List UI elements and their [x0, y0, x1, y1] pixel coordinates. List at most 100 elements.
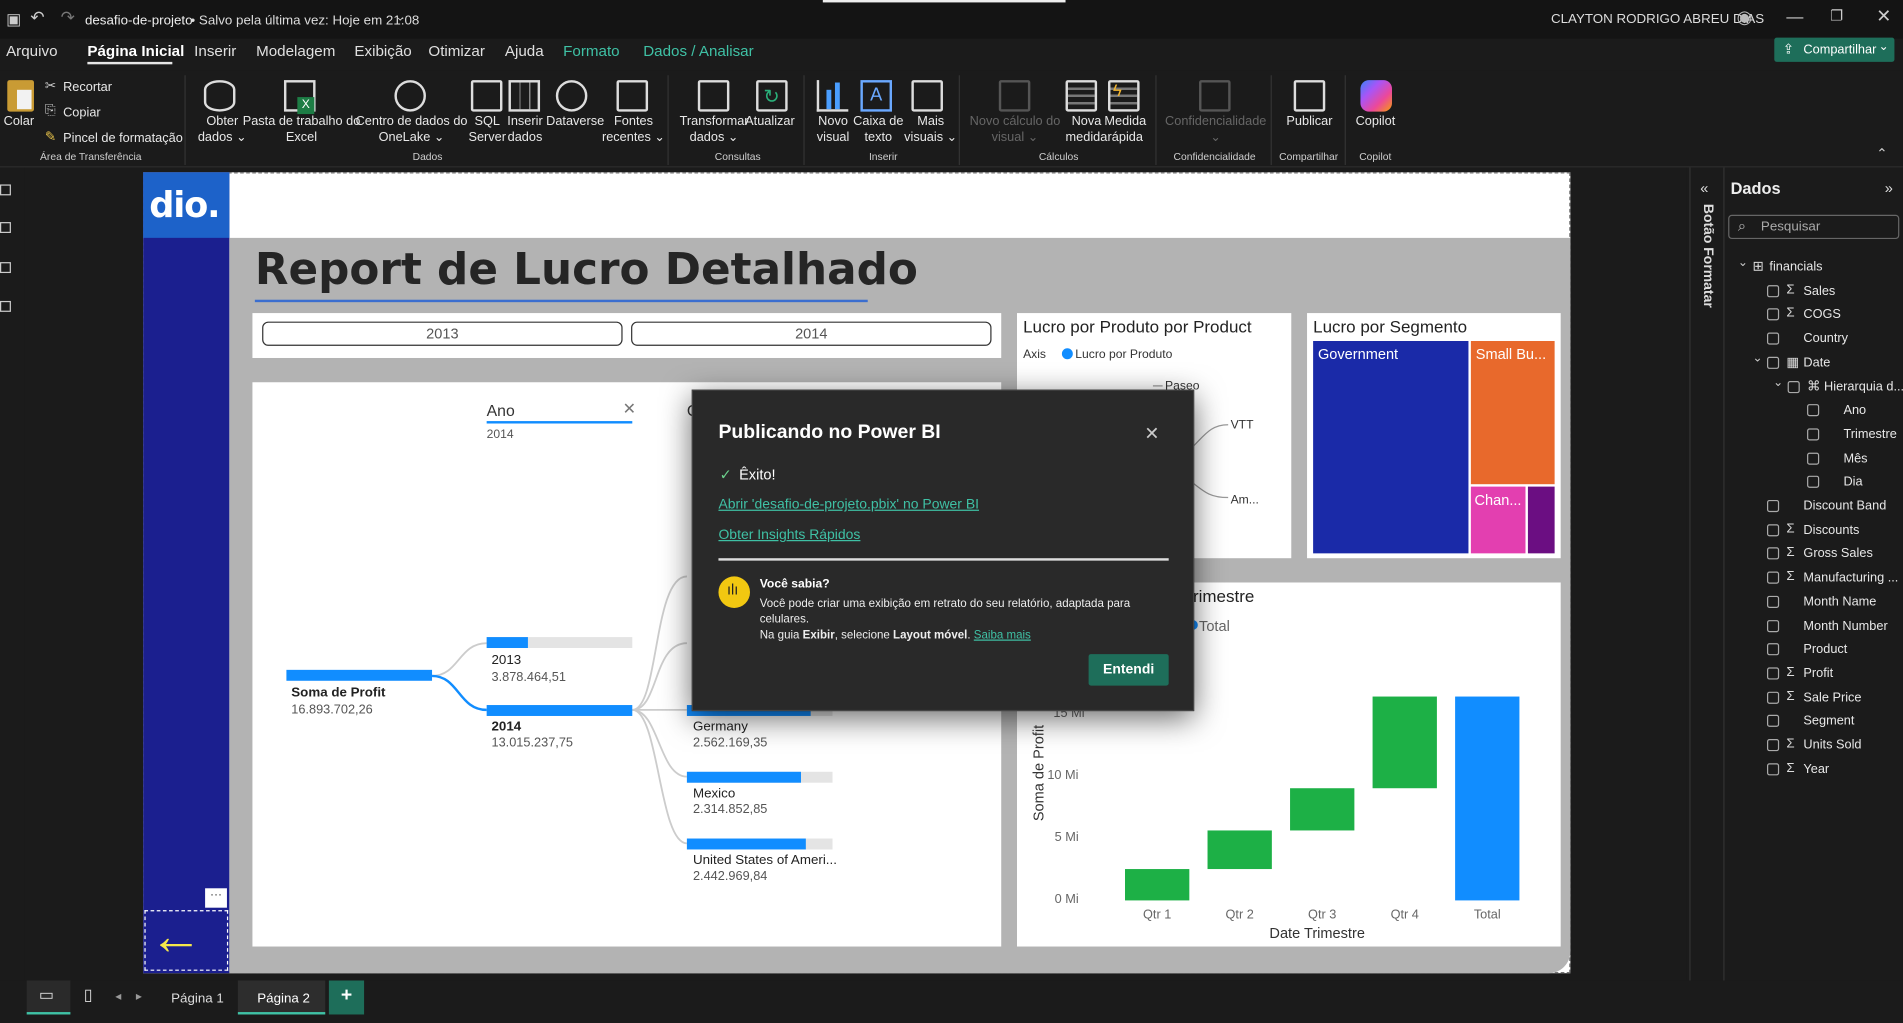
back-button[interactable]: ← [144, 906, 229, 971]
excel-button[interactable]: Pasta de trabalho do Excel [243, 114, 361, 146]
collapse-icon[interactable]: « [1700, 180, 1708, 197]
insert-data-button[interactable]: Inserir dados [507, 114, 542, 146]
chevron-down-icon[interactable]: ⌄ [396, 11, 405, 24]
segment-other[interactable] [1527, 486, 1555, 554]
increase-bar[interactable] [1372, 696, 1437, 789]
menu-inserir[interactable]: Inserir [194, 42, 236, 59]
text-box-icon[interactable]: A [860, 80, 892, 112]
country-bar[interactable] [686, 771, 833, 783]
paste-button[interactable]: Colar [4, 114, 34, 130]
menu-ajuda[interactable]: Ajuda [505, 42, 544, 59]
field-checkbox[interactable] [1767, 571, 1780, 584]
publish-button[interactable]: Publicar [1286, 114, 1332, 130]
database-icon[interactable] [203, 80, 236, 112]
format-painter-button[interactable]: Pincel de formatação [63, 131, 183, 147]
chevron-down-icon[interactable]: ⌄ [1738, 256, 1748, 269]
increase-bar[interactable] [1207, 830, 1272, 870]
field-checkbox[interactable] [1787, 380, 1800, 393]
segment-channel[interactable]: Chan... [1470, 486, 1526, 554]
segment-small-business[interactable]: Small Bu... [1470, 340, 1555, 485]
menu-dados-analisar[interactable]: Dados / Analisar [643, 42, 753, 59]
format-pane-tab[interactable]: Botão Formatar [1700, 204, 1715, 308]
table-view-icon[interactable] [0, 222, 11, 233]
quick-insights-link[interactable]: Obter Insights Rápidos [718, 528, 860, 543]
field-checkbox[interactable] [1807, 476, 1820, 489]
onelake-icon[interactable] [394, 80, 426, 112]
transform-icon[interactable] [697, 80, 730, 112]
user-name[interactable]: CLAYTON RODRIGO ABREU DIAS [1551, 12, 1764, 27]
get-data-button[interactable]: Obter dados ⌄ [198, 114, 247, 146]
field-checkbox[interactable] [1807, 452, 1820, 465]
quick-measure-button[interactable]: Medida rápida [1104, 114, 1146, 146]
got-it-button[interactable]: Entendi [1088, 654, 1169, 686]
report-view-icon[interactable] [0, 184, 11, 196]
menu-arquivo[interactable]: Arquivo [6, 42, 57, 59]
field-checkbox[interactable] [1767, 308, 1780, 321]
text-box-button[interactable]: Caixa de texto [853, 114, 903, 146]
more-options-icon[interactable]: ··· [205, 888, 227, 908]
save-icon[interactable]: ▣ [6, 10, 21, 29]
increase-bar[interactable] [1125, 869, 1190, 901]
field-checkbox[interactable] [1767, 523, 1780, 536]
field-checkbox[interactable] [1767, 643, 1780, 656]
chevron-down-icon[interactable]: ⌄ [1773, 376, 1783, 389]
collapse-ribbon-icon[interactable]: ⌃ [1876, 146, 1887, 162]
minimize-icon[interactable]: — [1786, 6, 1803, 25]
excel-icon[interactable]: X [283, 80, 316, 115]
next-page-icon[interactable]: ▸ [136, 990, 142, 1003]
desktop-layout-button[interactable]: ▭ [26, 980, 71, 1015]
dataverse-button[interactable]: Dataverse [546, 114, 604, 130]
more-visuals-icon[interactable] [911, 80, 943, 112]
field-checkbox[interactable] [1767, 739, 1780, 752]
field-checkbox[interactable] [1767, 332, 1780, 345]
redo-icon[interactable]: ↷ [61, 7, 75, 28]
copilot-icon[interactable] [1360, 80, 1392, 112]
format-painter-icon[interactable]: ✎ [45, 129, 56, 145]
country-bar[interactable] [686, 838, 833, 850]
cut-button[interactable]: Recortar [63, 80, 112, 96]
node-2014-bar[interactable] [486, 705, 633, 716]
table-icon[interactable] [508, 80, 541, 112]
avatar[interactable]: ◉ [1737, 6, 1753, 28]
recent-sources-button[interactable]: Fontes recentes ⌄ [602, 114, 665, 146]
segment-government[interactable]: Government [1313, 340, 1469, 554]
field-checkbox[interactable] [1767, 356, 1780, 369]
total-bar[interactable] [1455, 696, 1520, 901]
close-icon[interactable]: ✕ [1144, 422, 1159, 445]
menu-formato[interactable]: Formato [563, 42, 619, 59]
new-visual-button[interactable]: Novo visual [817, 114, 850, 146]
onelake-button[interactable]: Centro de dados do OneLake ⌄ [356, 114, 468, 146]
refresh-icon[interactable]: ↻ [756, 80, 788, 112]
dax-view-icon[interactable] [0, 300, 11, 312]
copy-button[interactable]: Copiar [63, 106, 101, 122]
dataverse-icon[interactable] [555, 80, 588, 112]
new-measure-button[interactable]: Nova medida [1066, 114, 1108, 146]
field-checkbox[interactable] [1767, 667, 1780, 680]
open-report-link[interactable]: Abrir 'desafio-de-projeto.pbix' no Power… [718, 498, 979, 513]
expand-icon[interactable]: » [1885, 180, 1893, 197]
cut-icon[interactable]: ✂ [45, 78, 56, 94]
field-checkbox[interactable] [1767, 547, 1780, 560]
root-bar[interactable] [286, 669, 433, 681]
copy-icon[interactable]: ⎘ [45, 103, 56, 119]
undo-icon[interactable]: ↶ [30, 7, 44, 28]
model-view-icon[interactable] [0, 262, 11, 274]
new-visual-icon[interactable] [816, 80, 849, 112]
slicer-2014[interactable]: 2014 [631, 321, 992, 346]
refresh-button[interactable]: Atualizar [745, 114, 795, 130]
field-checkbox[interactable] [1767, 284, 1780, 297]
search-input[interactable]: ⌕ Pesquisar [1728, 214, 1900, 240]
mobile-layout-icon[interactable]: ▯ [84, 985, 93, 1004]
learn-more-link[interactable]: Saiba mais [974, 629, 1031, 642]
menu-otimizar[interactable]: Otimizar [428, 42, 484, 59]
close-icon[interactable]: ✕ [1876, 5, 1891, 27]
field-checkbox[interactable] [1767, 762, 1780, 776]
field-checkbox[interactable] [1767, 499, 1780, 513]
menu-modelagem[interactable]: Modelagem [256, 42, 335, 59]
recent-sources-icon[interactable] [616, 80, 649, 112]
quick-measure-icon[interactable]: ϟ [1108, 80, 1140, 112]
slicer-2013[interactable]: 2013 [262, 321, 623, 346]
transform-data-button[interactable]: Transformar dados ⌄ [680, 114, 749, 146]
more-visuals-button[interactable]: Mais visuais ⌄ [904, 114, 957, 146]
page-tab-1[interactable]: Página 1 [152, 981, 235, 1015]
